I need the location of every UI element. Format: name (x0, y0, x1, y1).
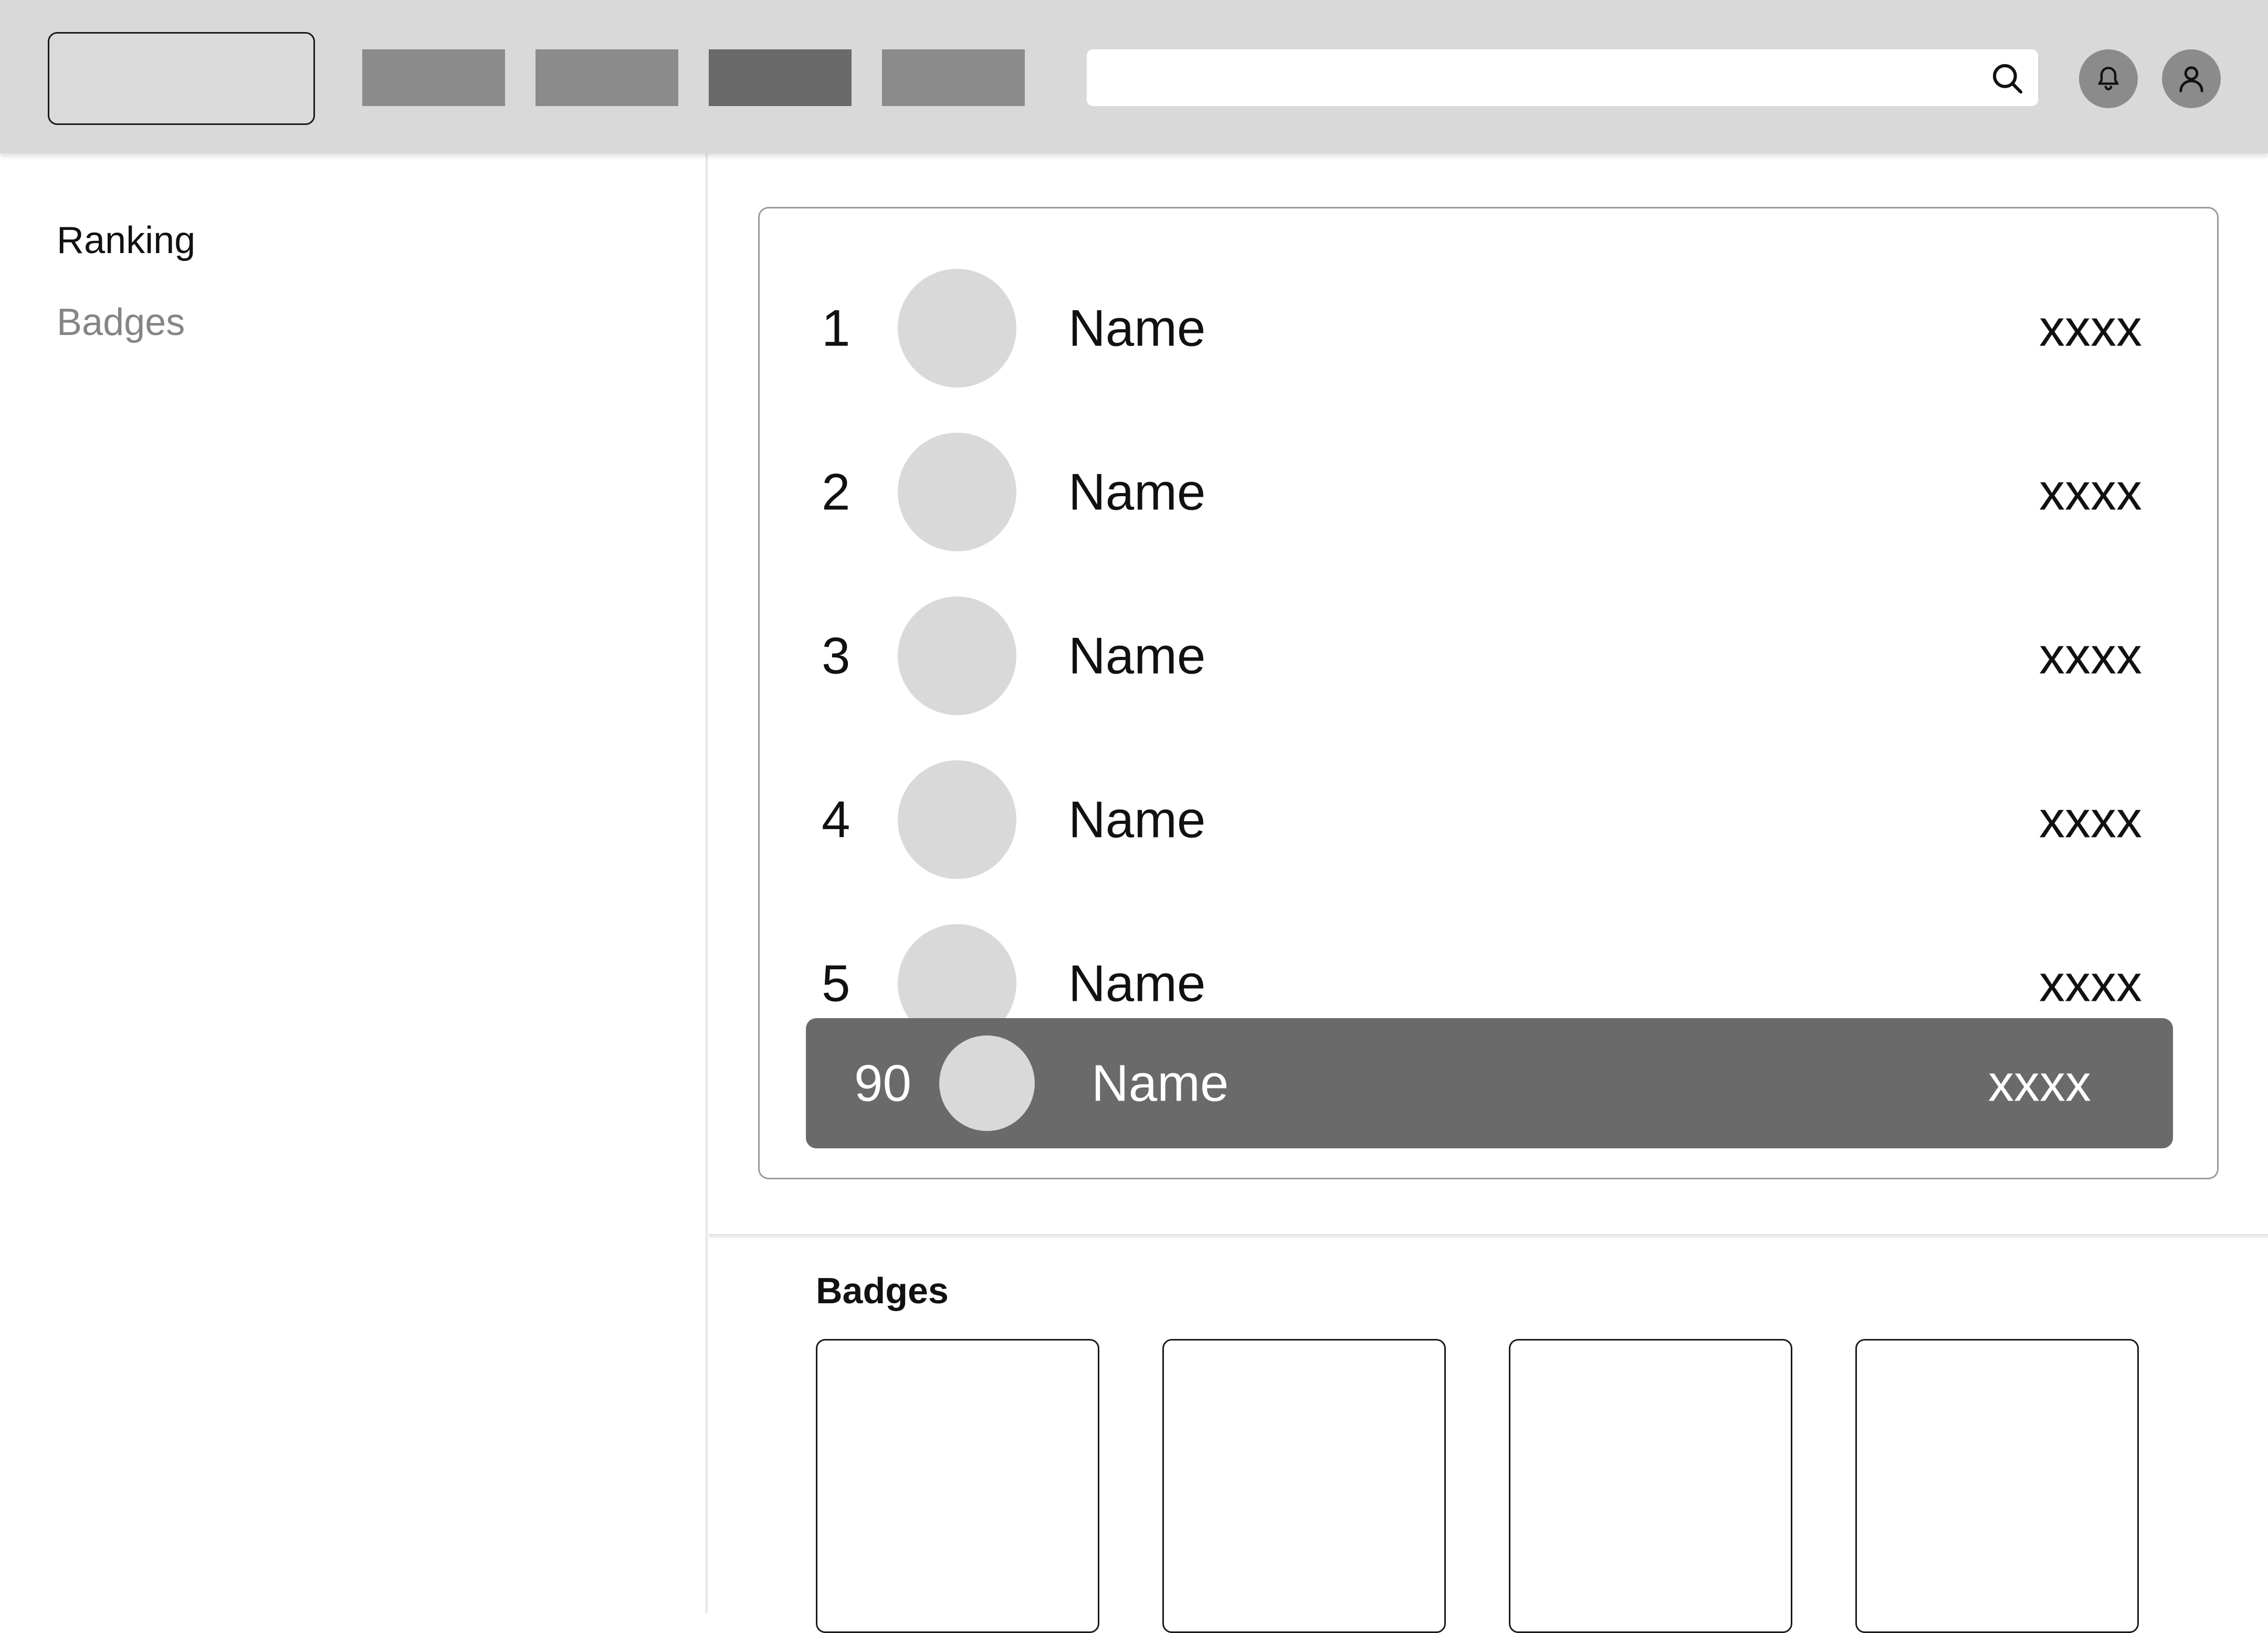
search-icon[interactable] (1990, 61, 2024, 96)
nav-item-4[interactable] (882, 49, 1025, 106)
player-name: Name (1068, 463, 1206, 521)
badges-heading: Badges (816, 1270, 949, 1311)
badge-card[interactable] (1855, 1339, 2139, 1633)
rank-number: 4 (822, 790, 850, 849)
rank-number: 5 (822, 954, 850, 1012)
nav-item-1[interactable] (362, 49, 505, 106)
avatar (939, 1035, 1035, 1131)
ranking-row[interactable]: 4 Name xxxx (760, 757, 2217, 883)
player-score: xxxx (2039, 463, 2142, 521)
player-score: xxxx (2039, 954, 2142, 1012)
sidebar: Ranking Badges (0, 153, 708, 1613)
player-name: Name (1068, 299, 1206, 357)
rank-number: 90 (854, 1054, 912, 1112)
sidebar-item-ranking[interactable]: Ranking (57, 222, 195, 259)
ranking-row[interactable]: 2 Name xxxx (760, 429, 2217, 555)
avatar (898, 433, 1016, 551)
logo-placeholder[interactable] (48, 32, 315, 125)
badge-card[interactable] (1509, 1339, 1792, 1633)
sidebar-item-badges[interactable]: Badges (57, 303, 185, 341)
badge-card[interactable] (816, 1339, 1099, 1633)
ranking-card: 1 Name xxxx 2 Name xxxx 3 Name xxxx 4 Na… (758, 207, 2219, 1179)
ranking-row[interactable]: 3 Name xxxx (760, 593, 2217, 719)
avatar (898, 269, 1016, 388)
profile-button[interactable] (2162, 49, 2221, 108)
player-name: Name (1068, 790, 1206, 849)
user-icon (2179, 66, 2203, 92)
rank-number: 1 (822, 299, 850, 357)
player-name: Name (1091, 1054, 1229, 1112)
player-name: Name (1068, 954, 1206, 1012)
notifications-button[interactable] (2079, 49, 2138, 108)
nav-item-2[interactable] (536, 49, 678, 106)
section-divider (709, 1234, 2268, 1238)
player-score: xxxx (2039, 626, 2142, 685)
player-score: xxxx (1988, 1054, 2091, 1112)
avatar (898, 760, 1016, 879)
top-bar (0, 0, 2268, 153)
rank-number: 3 (822, 626, 850, 685)
search-input[interactable] (1087, 49, 2038, 106)
current-user-row[interactable]: 90 Name xxxx (806, 1018, 2173, 1148)
nav-item-3-active[interactable] (709, 49, 852, 106)
avatar (898, 596, 1016, 715)
player-score: xxxx (2039, 299, 2142, 357)
badge-card[interactable] (1162, 1339, 1446, 1633)
rank-number: 2 (822, 463, 850, 521)
bell-icon (2098, 67, 2119, 91)
player-name: Name (1068, 626, 1206, 685)
ranking-row[interactable]: 1 Name xxxx (760, 265, 2217, 391)
player-score: xxxx (2039, 790, 2142, 849)
